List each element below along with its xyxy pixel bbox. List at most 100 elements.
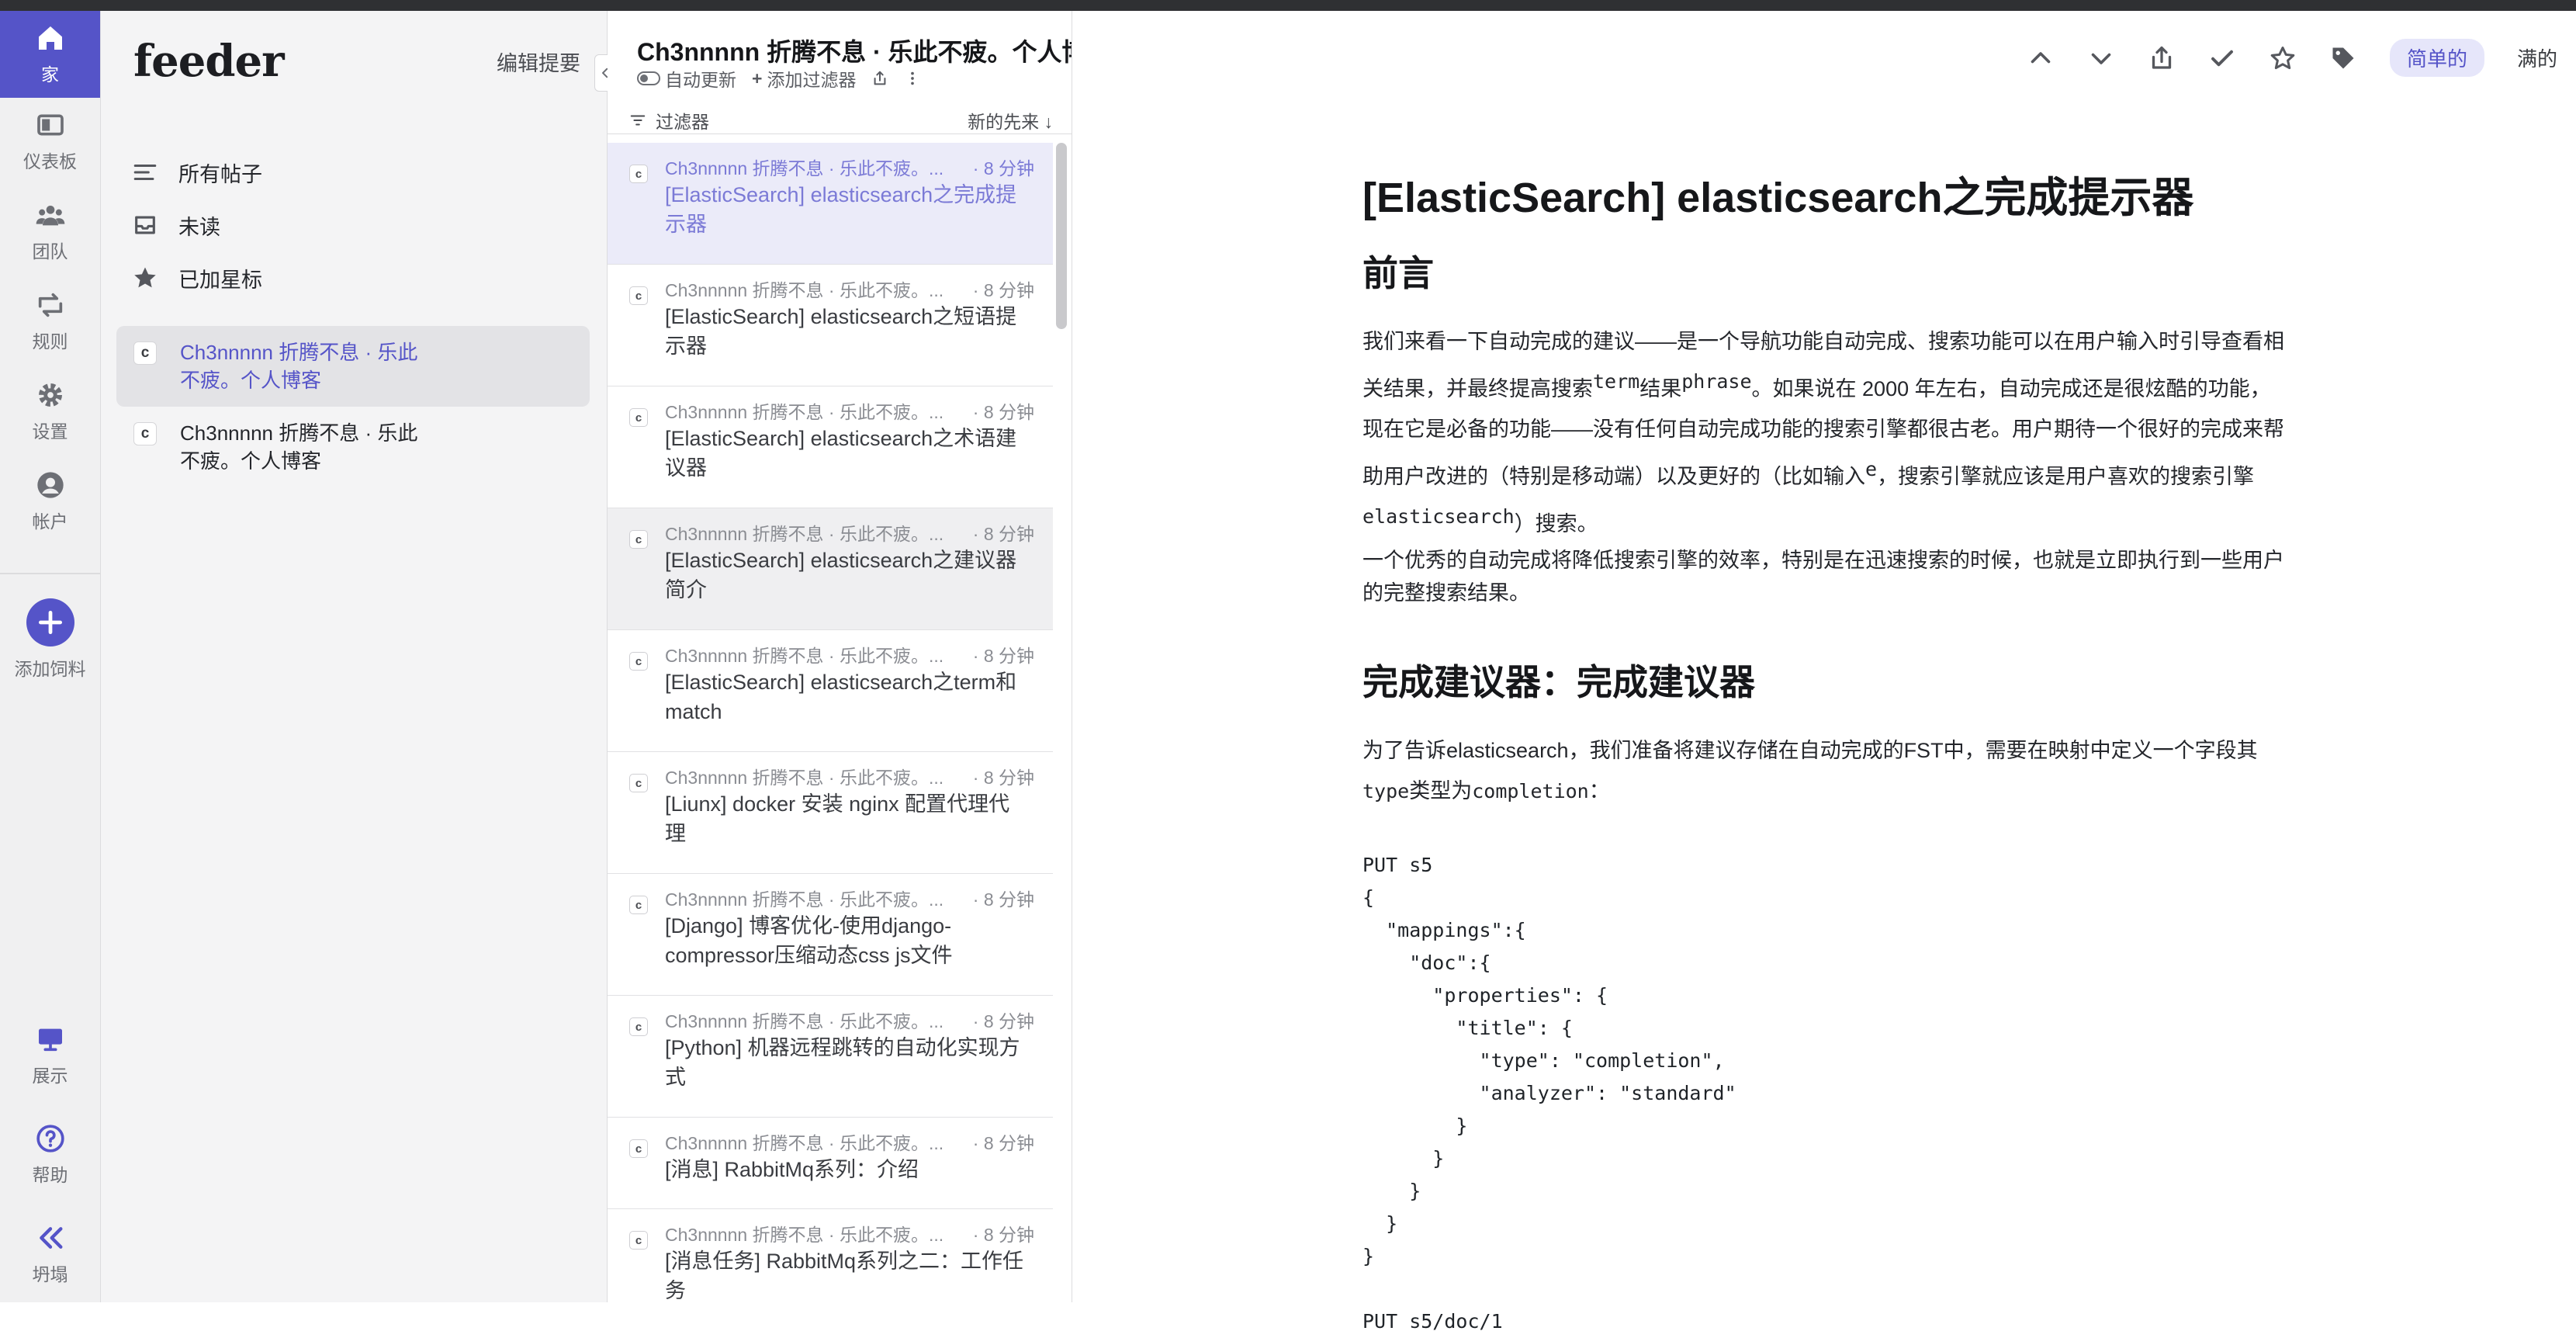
list-item[interactable]: c Ch3nnnnn 折腾不息 · 乐此不疲。... · 8 分钟 [Elasti… (608, 508, 1053, 630)
team-icon (36, 206, 64, 226)
rail-rules[interactable]: 规则 (0, 278, 100, 365)
nav-unread[interactable]: 未读 (132, 203, 582, 247)
feed-favicon-icon: c (629, 1231, 648, 1250)
nav-unread-label: 未读 (178, 215, 220, 239)
nav-all-posts-label: 所有帖子 (178, 162, 262, 186)
nav-starred[interactable]: 已加星标 (132, 256, 582, 300)
list-item[interactable]: c Ch3nnnnn 折腾不息 · 乐此不疲。... · 8 分钟 [Liunx]… (608, 752, 1053, 874)
article-body: [ElasticSearch] elasticsearch之完成提示器 前言 我… (1362, 172, 2284, 1338)
item-title: [Liunx] docker 安装 nginx 配置代理代理 (665, 792, 1010, 845)
item-title: [Django] 博客优化-使用django-compressor压缩动态css… (665, 914, 953, 967)
rail-help-label: 帮助 (32, 1165, 68, 1185)
rail-help[interactable]: 帮助 (0, 1111, 100, 1198)
view-mode-full[interactable]: 满的 (2517, 43, 2557, 72)
window-top-bar (0, 0, 2576, 11)
item-title: [ElasticSearch] elasticsearch之建议器简介 (665, 549, 1017, 601)
item-meta: Ch3nnnnn 折腾不息 · 乐此不疲。... · 8 分钟 (665, 641, 1034, 667)
inline-code: term (1593, 370, 1640, 393)
rail-account[interactable]: 帐户 (0, 458, 100, 545)
rail-settings[interactable]: 设置 (0, 368, 100, 455)
share-icon[interactable] (2148, 44, 2176, 72)
list-scrollbar[interactable] (1056, 143, 1067, 329)
rail-add-feed[interactable]: 添加饲料 (0, 585, 100, 694)
rules-icon (38, 293, 62, 317)
feed-favicon-icon: c (629, 896, 648, 914)
monitor-icon (38, 1028, 62, 1052)
list-item[interactable]: c Ch3nnnnn 折腾不息 · 乐此不疲。... · 8 分钟 [Elasti… (608, 143, 1053, 265)
star-icon (134, 267, 156, 288)
list-item[interactable]: c Ch3nnnnn 折腾不息 · 乐此不疲。... · 8 分钟 [Elasti… (608, 386, 1053, 508)
list-item[interactable]: c Ch3nnnnn 折腾不息 · 乐此不疲。... · 8 分钟 [消息] Ra… (608, 1118, 1053, 1209)
reader-pane: 简单的 满的 [ElasticSearch] elasticsearch之完成提… (1072, 11, 2576, 1333)
article-paragraph: 我们来看一下自动完成的建议——是一个导航功能自动完成、搜索功能可以在用户输入时引… (1362, 321, 2284, 544)
tag-icon[interactable] (2329, 44, 2357, 72)
rail-divider (0, 573, 100, 574)
edit-feeds-link[interactable]: 编辑提要 (497, 47, 580, 77)
sort-order-button[interactable]: 新的先来 ↓ (968, 107, 1053, 133)
feed-favicon-icon: c (629, 652, 648, 671)
text-run: 结果 (1639, 377, 1682, 400)
list-icon (133, 164, 157, 181)
item-meta: Ch3nnnnn 折腾不息 · 乐此不疲。... · 8 分钟 (665, 519, 1034, 546)
text-run: ）搜索。 (1514, 512, 1598, 536)
feed-favicon-icon: c (133, 422, 157, 445)
plus-icon (38, 610, 62, 635)
list-item[interactable]: c Ch3nnnnn 折腾不息 · 乐此不疲。... · 8 分钟 [消息任务] … (608, 1209, 1053, 1302)
feed-favicon-icon: c (629, 408, 648, 427)
inline-code: completion (1472, 780, 1589, 802)
article-paragraph: 为了告诉elasticsearch，我们准备将建议存储在自动完成的FST中，需要… (1362, 730, 2284, 812)
filter-bar: 过滤器 新的先来 ↓ (608, 102, 1072, 134)
rail-dashboard-label: 仪表板 (23, 151, 77, 172)
feed-favicon-icon: c (629, 286, 648, 305)
item-title: [ElasticSearch] elasticsearch之术语建议器 (665, 427, 1017, 480)
chevron-up-icon[interactable] (2027, 44, 2055, 72)
text-run: 类型为 (1409, 779, 1473, 802)
item-time: · 8 分钟 (972, 889, 1034, 910)
account-icon (36, 472, 64, 498)
rail-home[interactable]: 家 (0, 11, 100, 98)
feed-title: Ch3nnnnn 折腾不息 · 乐此不疲。个人博客 (637, 38, 1072, 66)
star-outline-icon[interactable] (2269, 44, 2297, 72)
item-title: [消息任务] RabbitMq系列之二：工作任务 (665, 1250, 1024, 1302)
feed-item[interactable]: c Ch3nnnnn 折腾不息 · 乐此不疲。个人博客 (116, 407, 590, 487)
rail-home-label: 家 (41, 64, 59, 85)
text-run: ，搜索引擎就应该是用户喜欢的搜索引擎 (1877, 465, 2255, 488)
toggle-switch-icon (637, 71, 660, 85)
item-time: · 8 分钟 (972, 646, 1034, 666)
rail-dashboard[interactable]: 仪表板 (0, 98, 100, 185)
list-item[interactable]: c Ch3nnnnn 折腾不息 · 乐此不疲。... · 8 分钟 [Python… (608, 996, 1053, 1118)
rail-add-feed-label: 添加饲料 (14, 659, 86, 679)
view-mode-simple[interactable]: 简单的 (2389, 39, 2484, 77)
feed-favicon-icon: c (629, 165, 648, 183)
home-icon (38, 26, 62, 50)
list-item[interactable]: c Ch3nnnnn 折腾不息 · 乐此不疲。... · 8 分钟 [Django… (608, 874, 1053, 996)
check-icon[interactable] (2208, 44, 2236, 72)
rail-team[interactable]: 团队 (0, 188, 100, 275)
add-filter-button[interactable]: + 添加过滤器 (752, 65, 856, 92)
feed-favicon-icon: c (133, 341, 157, 365)
section-heading-intro: 前言 (1362, 253, 1434, 293)
item-source: Ch3nnnnn 折腾不息 · 乐此不疲。... (665, 158, 944, 179)
list-item[interactable]: c Ch3nnnnn 折腾不息 · 乐此不疲。... · 8 分钟 [Elasti… (608, 265, 1053, 386)
item-meta: Ch3nnnnn 折腾不息 · 乐此不疲。... · 8 分钟 (665, 1128, 1034, 1155)
share-icon[interactable] (871, 70, 888, 87)
item-source: Ch3nnnnn 折腾不息 · 乐此不疲。... (665, 524, 944, 544)
feed-item-active[interactable]: c Ch3nnnnn 折腾不息 · 乐此不疲。个人博客 (116, 326, 590, 407)
chevron-down-icon[interactable] (2087, 44, 2115, 72)
code-block: PUT s5 { "mappings":{ "doc":{ "propertie… (1362, 854, 1736, 1333)
text-run: 为了告诉elasticsearch，我们准备将建议存储在自动完成的FST中，需要… (1362, 739, 2258, 762)
list-item[interactable]: c Ch3nnnnn 折腾不息 · 乐此不疲。... · 8 分钟 [Elasti… (608, 630, 1053, 752)
add-feed-button[interactable] (26, 598, 74, 646)
nav-all-posts[interactable]: 所有帖子 (132, 151, 582, 194)
item-title: [ElasticSearch] elasticsearch之term和match (665, 671, 1017, 723)
inbox-icon (135, 216, 155, 234)
auto-update-toggle[interactable]: 自动更新 (637, 65, 736, 92)
rail-account-label: 帐户 (32, 511, 68, 532)
filter-button[interactable]: 过滤器 (629, 107, 709, 133)
rail-collapse[interactable]: 坍塌 (0, 1211, 100, 1298)
rail-display[interactable]: 展示 (0, 1012, 100, 1099)
more-icon[interactable] (904, 70, 921, 87)
rail-collapse-label: 坍塌 (32, 1264, 68, 1284)
auto-update-label: 自动更新 (665, 70, 736, 90)
feed-favicon-icon: c (629, 530, 648, 549)
